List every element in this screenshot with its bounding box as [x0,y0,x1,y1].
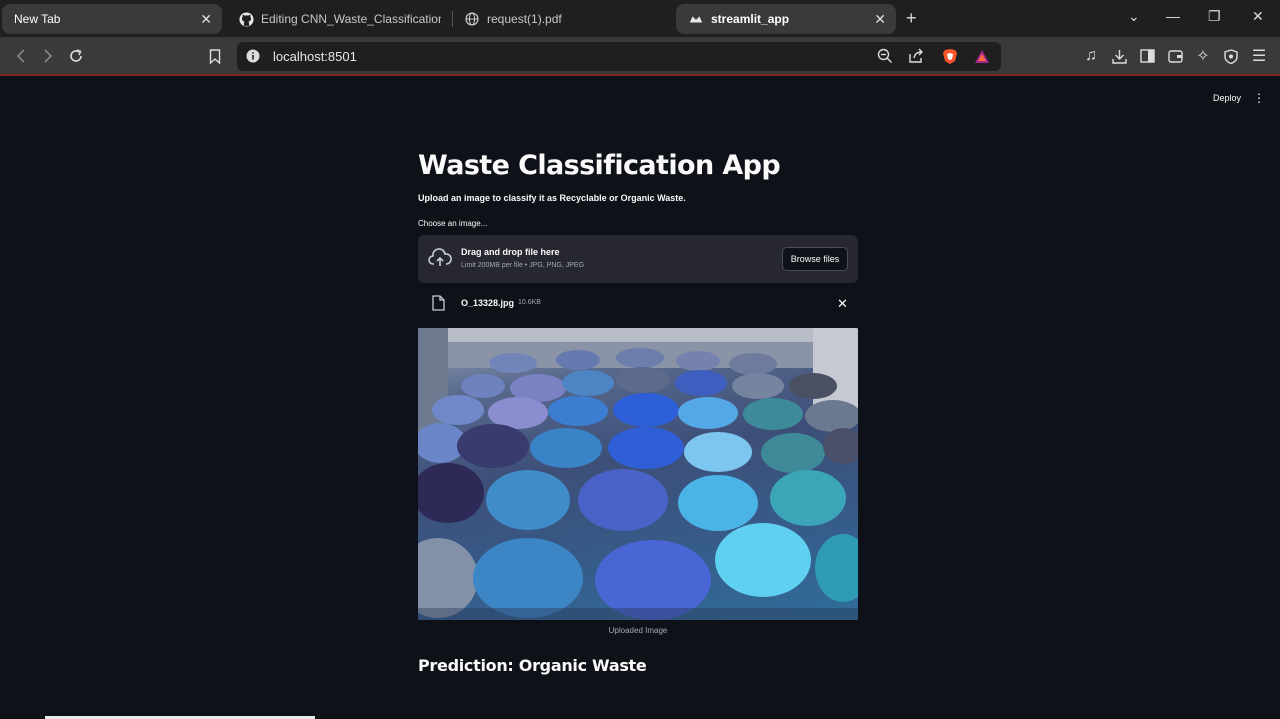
menu-icon[interactable]: ☰ [1249,46,1269,66]
uploaded-file-row: O_13328.jpg 10.6KB ✕ [418,293,858,315]
tab-github[interactable]: Editing CNN_Waste_Classification/R [228,4,450,34]
tab-label: request(1).pdf [487,12,562,26]
deploy-button[interactable]: Deploy [1213,93,1241,103]
page-subtitle: Upload an image to classify it as Recycl… [418,193,686,203]
zoom-icon[interactable] [877,48,893,69]
tab-separator [452,11,453,27]
file-dropzone[interactable]: Drag and drop file here Limit 200MB per … [418,235,858,283]
file-name: O_13328.jpg [461,298,515,308]
uploaded-image-content [418,328,858,620]
vpn-icon[interactable] [1221,46,1241,66]
dropzone-limit: Limit 200MB per file • JPG, PNG, JPEG [461,262,585,269]
back-icon[interactable] [11,46,31,66]
tab-new-tab[interactable]: New Tab ✕ [2,4,222,34]
dropzone-instruction: Drag and drop file here [461,247,560,257]
browse-files-button[interactable]: Browse files [782,247,848,271]
brave-rewards-icon[interactable] [974,49,990,69]
streamlit-page: Deploy ⋮ Waste Classification App Upload… [0,77,1280,719]
close-tab-icon[interactable]: ✕ [200,11,212,28]
tab-search-chevron-icon[interactable]: ⌄ [1128,8,1140,25]
restore-icon[interactable]: ❐ [1208,8,1221,25]
file-size: 10.6KB [518,299,541,306]
leo-ai-icon[interactable]: ✧ [1193,46,1213,66]
page-title: Waste Classification App [418,150,781,181]
share-icon[interactable] [908,48,924,69]
url-text: localhost:8501 [273,49,357,64]
address-bar[interactable]: localhost:8501 [237,42,1001,71]
brave-shields-icon[interactable] [942,48,958,70]
browser-toolbar: localhost:8501 ♫ ✧ ☰ [0,37,1280,76]
media-icon[interactable]: ♫ [1081,46,1101,66]
wallet-icon[interactable] [1165,46,1185,66]
tab-label: streamlit_app [711,12,790,26]
tab-streamlit-app[interactable]: streamlit_app ✕ [676,4,896,34]
downloads-icon[interactable] [1109,46,1129,66]
prediction-result: Prediction: Organic Waste [418,656,647,675]
forward-icon[interactable] [38,46,58,66]
reload-icon[interactable] [66,46,86,66]
remove-file-icon[interactable]: ✕ [837,296,848,312]
main-menu-icon[interactable]: ⋮ [1253,91,1265,105]
image-caption: Uploaded Image [608,626,668,635]
github-icon [238,11,254,27]
tab-label: Editing CNN_Waste_Classification/R [261,12,441,26]
globe-icon [464,11,480,27]
file-icon [432,295,445,316]
browser-tab-strip: New Tab ✕ Editing CNN_Waste_Classificati… [0,0,1280,37]
tab-label: New Tab [14,12,61,26]
close-tab-icon[interactable]: ✕ [874,11,886,28]
close-window-icon[interactable]: ✕ [1252,8,1264,25]
uploaded-image [418,328,858,620]
streamlit-icon [688,11,704,27]
sidebar-icon[interactable] [1137,46,1157,66]
tab-pdf[interactable]: request(1).pdf [454,4,672,34]
minimize-icon[interactable]: — [1166,8,1180,24]
site-info-icon[interactable] [246,49,260,68]
uploader-label: Choose an image... [418,219,488,228]
cloud-upload-icon [428,248,452,273]
new-tab-icon[interactable]: + [906,9,917,27]
bookmark-icon[interactable] [205,46,225,66]
